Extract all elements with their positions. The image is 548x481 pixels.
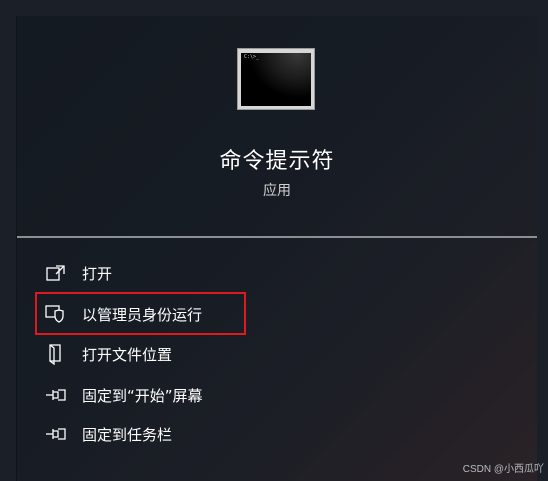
menu-item-label: 固定到任务栏 — [82, 425, 173, 444]
menu-item-open-file-location[interactable]: 打开文件位置 — [37, 336, 317, 372]
menu-item-pin-to-taskbar[interactable]: 固定到任务栏 — [37, 416, 317, 452]
app-type: 应用 — [263, 183, 291, 199]
divider — [17, 236, 537, 238]
shield-icon — [45, 303, 67, 325]
prompt-text: C:\>_ — [244, 54, 260, 60]
pin-icon — [45, 384, 67, 406]
menu-item-open[interactable]: 打开 — [37, 255, 317, 291]
menu-item-label: 以管理员身份运行 — [82, 305, 203, 324]
menu-item-pin-to-start[interactable]: 固定到“开始”屏幕 — [37, 377, 317, 413]
menu-item-label: 打开 — [82, 264, 113, 283]
watermark: CSDN @小西瓜吖 — [462, 464, 544, 475]
menu-item-label: 打开文件位置 — [82, 345, 173, 364]
app-title: 命令提示符 — [219, 149, 335, 174]
pin-icon — [45, 423, 67, 445]
menu-item-label: 固定到“开始”屏幕 — [82, 386, 203, 405]
menu-item-run-as-admin[interactable]: 以管理员身份运行 — [37, 296, 317, 332]
open-icon — [45, 262, 67, 284]
command-prompt-icon: C:\>_ — [237, 48, 315, 110]
start-menu-panel: C:\>_ 命令提示符 应用 打开 以管理员身份运行 打开文件位置 固定到“开始… — [16, 16, 537, 481]
folder-icon — [45, 343, 67, 365]
